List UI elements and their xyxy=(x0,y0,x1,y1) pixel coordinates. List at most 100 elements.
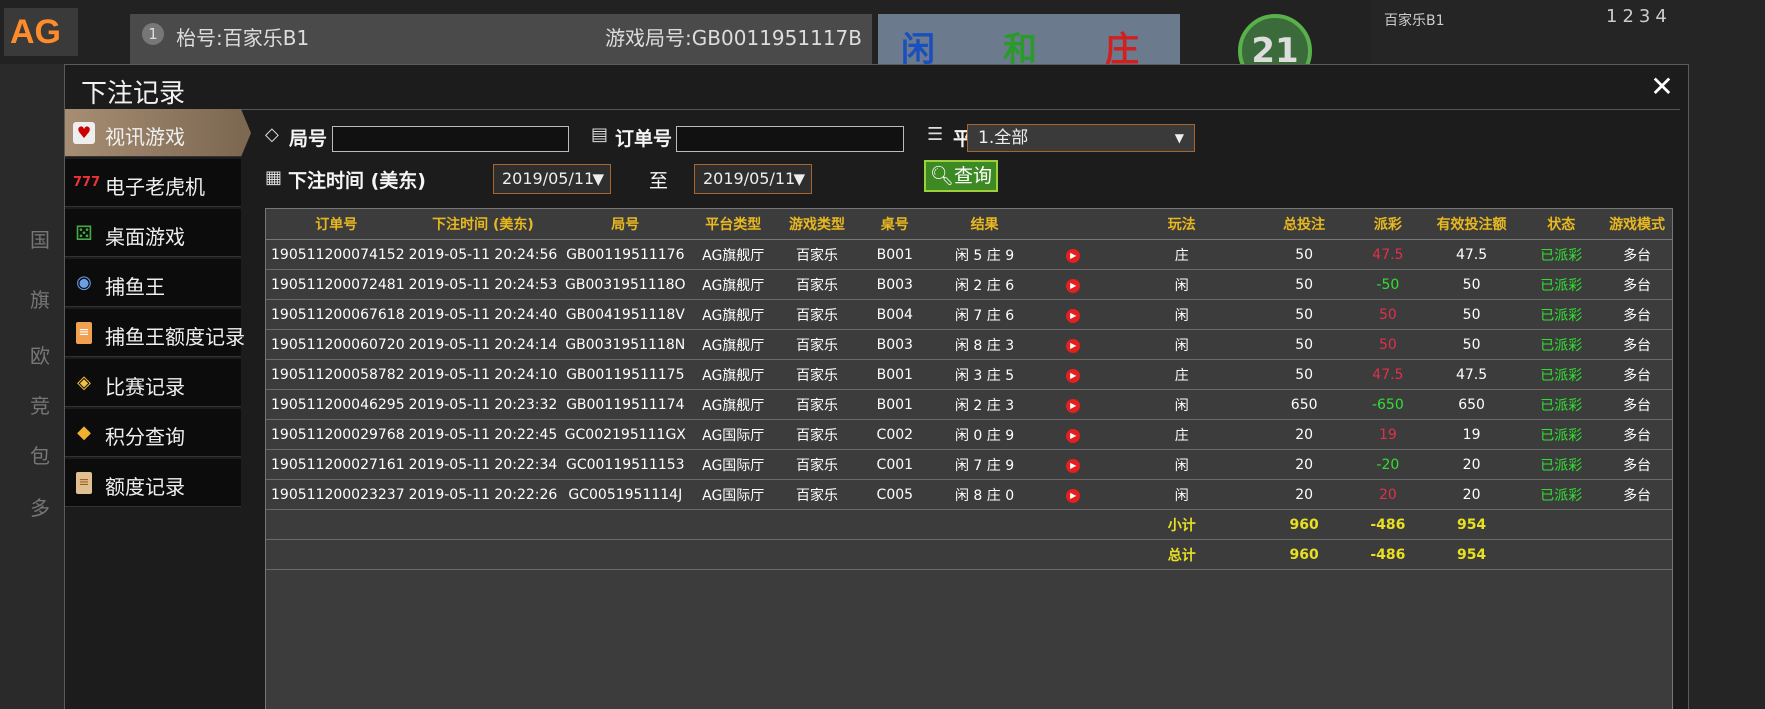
query-button[interactable]: 🔍︎查询 xyxy=(924,160,998,192)
total-bet-cell: 20 xyxy=(1255,479,1353,510)
column-header: 有效投注额 xyxy=(1422,209,1521,240)
total-bet-cell: 650 xyxy=(1255,389,1353,420)
total-bet-cell: 50 xyxy=(1255,329,1353,360)
nav-item-label: 桌面游戏 xyxy=(105,225,185,249)
column-header: 玩法 xyxy=(1108,209,1256,240)
nav-item-label: 额度记录 xyxy=(105,475,185,499)
bet-type-cell: 闲 xyxy=(1108,479,1256,510)
nav-item-label: 捕鱼王额度记录 xyxy=(105,325,245,349)
table-row: 190511200029768 2019-05-11 20:22:45 GC0021… xyxy=(266,419,1672,450)
valid-bet-cell: 650 xyxy=(1422,389,1521,420)
order-label: 订单号 xyxy=(615,128,673,150)
nav-item-match-records[interactable]: ◈ 比赛记录 xyxy=(65,359,241,407)
nav-item-slots[interactable]: 777 电子老虎机 xyxy=(65,159,241,207)
close-button[interactable]: ✕ xyxy=(1648,73,1676,101)
nav-item-label: 捕鱼王 xyxy=(105,275,165,299)
time-cell: 2019-05-11 20:24:53 xyxy=(406,269,560,300)
mode-cell: 多台 xyxy=(1602,449,1672,480)
subtotal-total: 960 xyxy=(1255,509,1353,540)
nav-item-credit-records[interactable]: ≡ 额度记录 xyxy=(65,459,241,507)
round-input[interactable] xyxy=(332,126,569,152)
table-row: 190511200027161 2019-05-11 20:22:34 GC0011… xyxy=(266,449,1672,480)
game-type-cell: 百家乐 xyxy=(775,269,859,300)
play-replay-icon[interactable]: ▶ xyxy=(1066,459,1081,473)
grandtotal-label: 总计 xyxy=(1108,539,1256,570)
play-cell[interactable]: ▶ xyxy=(1038,419,1109,450)
nav-item-label: 电子老虎机 xyxy=(105,175,205,199)
platform-select[interactable]: 1.全部 ▼ xyxy=(967,124,1195,152)
mode-cell: 多台 xyxy=(1602,329,1672,360)
platform-cell: AG国际厅 xyxy=(691,479,776,510)
game-type-cell: 百家乐 xyxy=(775,389,859,420)
nav-item-fishing-king[interactable]: ◉ 捕鱼王 xyxy=(65,259,241,307)
game-type-cell: 百家乐 xyxy=(775,359,859,390)
mode-cell: 多台 xyxy=(1602,389,1672,420)
platform-cell: AG旗舰厅 xyxy=(691,299,776,330)
table-cell: B003 xyxy=(858,329,931,360)
date-to-picker[interactable]: 2019/05/11 ▼ xyxy=(694,164,812,194)
valid-bet-cell: 19 xyxy=(1422,419,1521,450)
bet-type-cell: 闲 xyxy=(1108,299,1256,330)
play-cell[interactable]: ▶ xyxy=(1038,389,1109,420)
play-replay-icon[interactable]: ▶ xyxy=(1066,309,1081,323)
column-header: 订单号 xyxy=(266,209,407,240)
payout-cell: 50 xyxy=(1352,299,1423,330)
column-header: 局号 xyxy=(559,209,692,240)
play-cell[interactable]: ▶ xyxy=(1038,329,1109,360)
video-table-label: 百家乐B1 xyxy=(1384,13,1445,29)
play-cell[interactable]: ▶ xyxy=(1038,239,1109,270)
bg-left-item: 多 xyxy=(30,496,50,520)
play-replay-icon[interactable]: ▶ xyxy=(1066,279,1081,293)
dice-icon: ⚄ xyxy=(75,221,93,245)
nav-item-label: 比赛记录 xyxy=(105,375,185,399)
date-from-value: 2019/05/11 xyxy=(502,169,595,188)
nav-item-fishing-credit[interactable]: ≡ 捕鱼王额度记录 xyxy=(65,309,245,357)
empty-cell xyxy=(1520,509,1672,540)
order-cell: 190511200058782 xyxy=(266,359,407,390)
road-player-label: 闲 xyxy=(901,30,935,70)
platform-cell: AG国际厅 xyxy=(691,449,776,480)
play-cell[interactable]: ▶ xyxy=(1038,299,1109,330)
bet-type-cell: 庄 xyxy=(1108,359,1256,390)
road-tie-label: 和 xyxy=(1003,30,1037,70)
calendar-icon: ▦ xyxy=(265,167,283,188)
total-bet-cell: 20 xyxy=(1255,449,1353,480)
grandtotal-valid: 954 xyxy=(1422,539,1521,570)
grandtotal-payout: -486 xyxy=(1352,539,1423,570)
payout-cell: 47.5 xyxy=(1352,359,1423,390)
play-replay-icon[interactable]: ▶ xyxy=(1066,249,1081,263)
platform-cell: AG旗舰厅 xyxy=(691,239,776,270)
mode-cell: 多台 xyxy=(1602,479,1672,510)
ticket-icon: ◈ xyxy=(77,372,91,393)
column-header: 总投注 xyxy=(1255,209,1353,240)
table-row: 190511200072481 2019-05-11 20:24:53 GB0031… xyxy=(266,269,1672,300)
play-cell[interactable]: ▶ xyxy=(1038,359,1109,390)
mode-cell: 多台 xyxy=(1602,419,1672,450)
nav-item-table-games[interactable]: ⚄ 桌面游戏 xyxy=(65,209,241,257)
background-table-bar: 1 枱号:百家乐B1 游戏局号:GB0011951117B xyxy=(130,14,872,64)
order-cell: 190511200074152 xyxy=(266,239,407,270)
column-header: 平台类型 xyxy=(691,209,776,240)
play-replay-icon[interactable]: ▶ xyxy=(1066,399,1081,413)
platform-cell: AG旗舰厅 xyxy=(691,359,776,390)
table-cell: B003 xyxy=(858,269,931,300)
tag-icon: ◇ xyxy=(265,124,279,145)
play-replay-icon[interactable]: ▶ xyxy=(1066,369,1081,383)
play-cell[interactable]: ▶ xyxy=(1038,479,1109,510)
column-header: 游戏类型 xyxy=(775,209,859,240)
play-replay-icon[interactable]: ▶ xyxy=(1066,339,1081,353)
nav-item-live-games[interactable]: ♥ 视讯游戏 xyxy=(65,109,251,157)
nav-item-points[interactable]: ◆ 积分查询 xyxy=(65,409,241,457)
order-input[interactable] xyxy=(676,126,904,152)
list-icon: ☰ xyxy=(927,124,944,145)
play-replay-icon[interactable]: ▶ xyxy=(1066,429,1081,443)
play-cell[interactable]: ▶ xyxy=(1038,269,1109,300)
road-banker-label: 庄 xyxy=(1105,30,1139,70)
date-from-picker[interactable]: 2019/05/11 ▼ xyxy=(493,164,611,194)
play-replay-icon[interactable]: ▶ xyxy=(1066,489,1081,503)
playing-cards-icon: ♥ xyxy=(73,122,95,144)
order-cell: 190511200072481 xyxy=(266,269,407,300)
background-left-panel: 国 旗 欧 竞 包 多 xyxy=(0,64,64,709)
platform-cell: AG旗舰厅 xyxy=(691,269,776,300)
play-cell[interactable]: ▶ xyxy=(1038,449,1109,480)
